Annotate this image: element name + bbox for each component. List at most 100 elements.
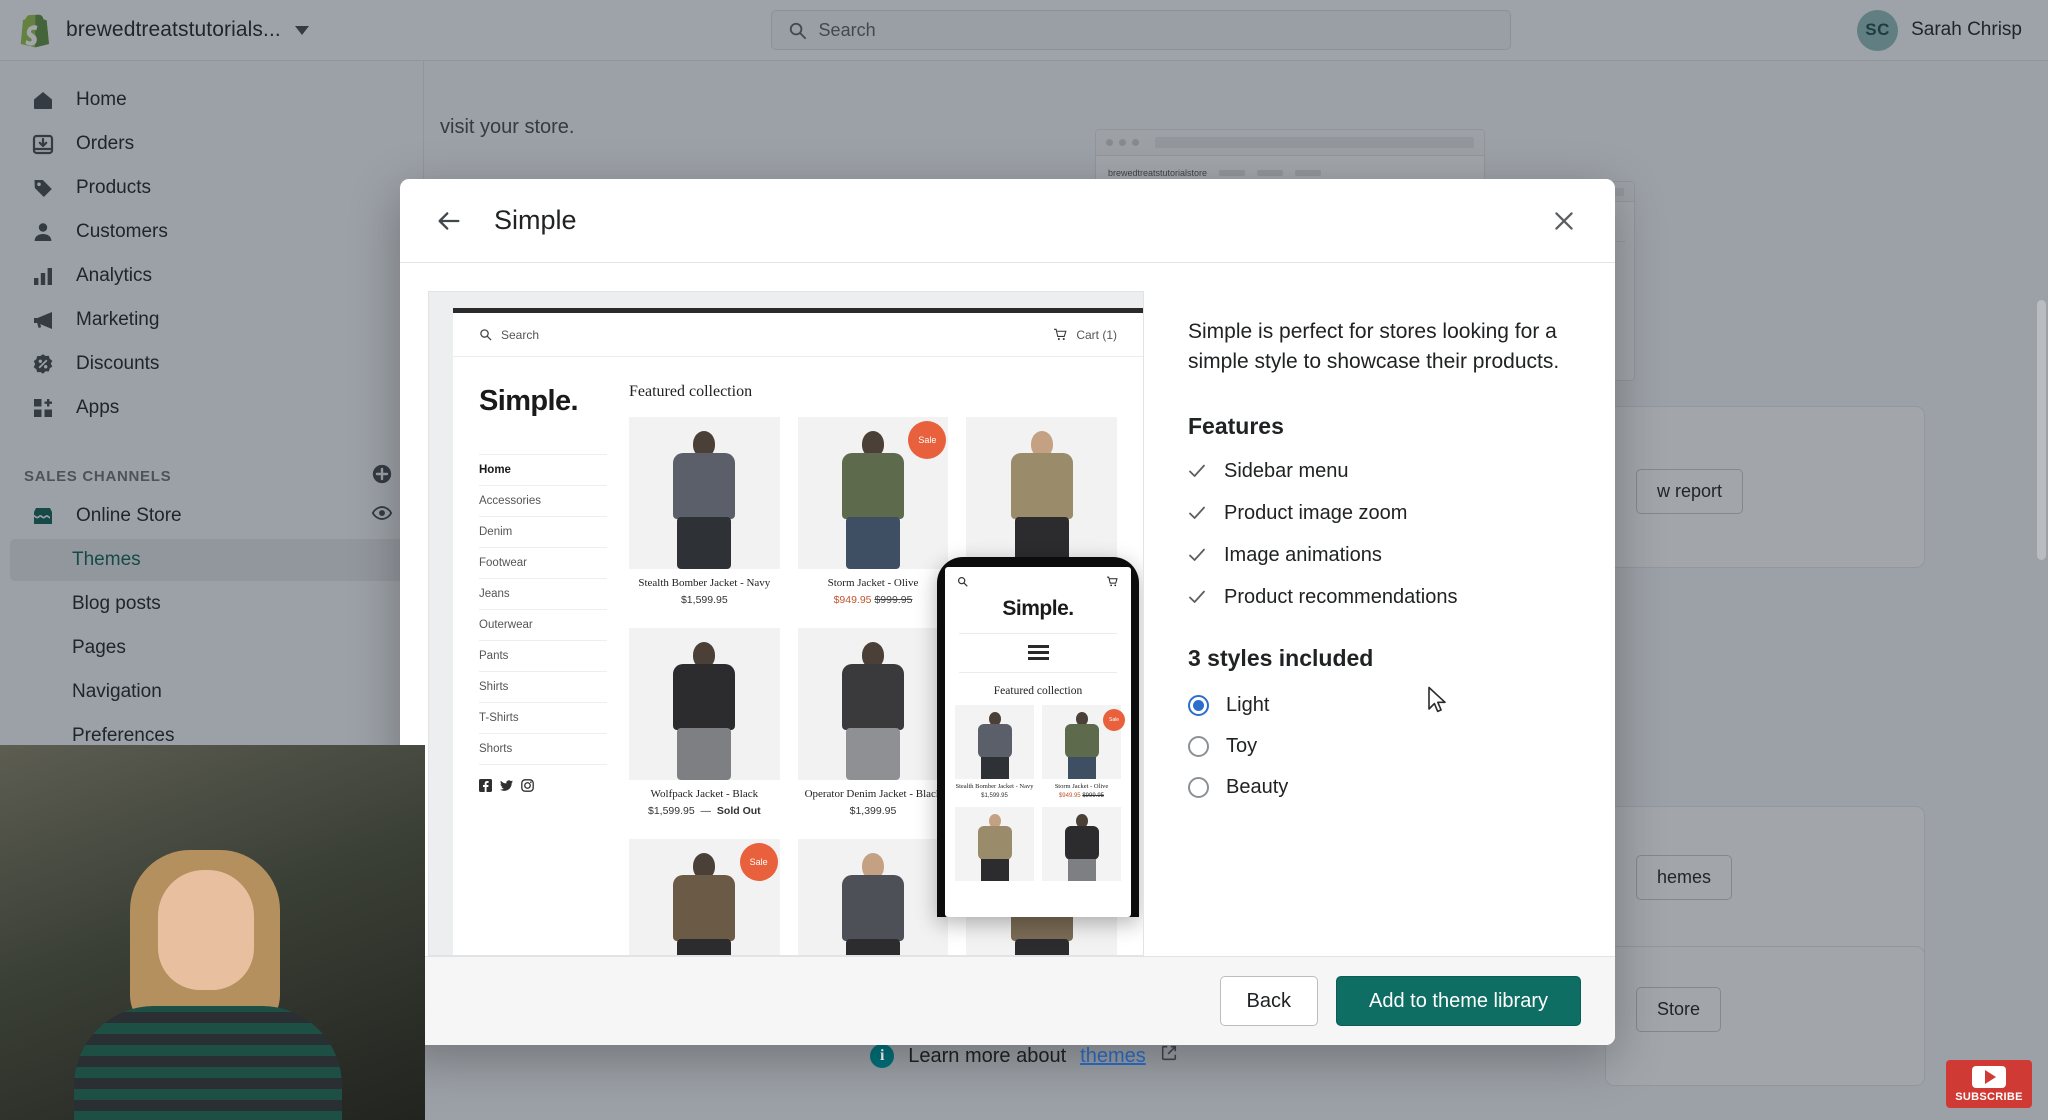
feature-item: Sidebar menu <box>1188 460 1575 483</box>
twitter-icon[interactable] <box>500 779 513 792</box>
product-card[interactable] <box>797 838 949 955</box>
page-scrollbar[interactable] <box>2037 300 2046 560</box>
presenter-body <box>74 1006 342 1120</box>
product-image <box>1042 807 1121 882</box>
product-image: Sale <box>1042 705 1125 779</box>
feature-item: Product recommendations <box>1188 586 1575 609</box>
info-circle-icon: i <box>870 1044 895 1068</box>
divider <box>959 633 1117 634</box>
preview-nav-item[interactable]: Accessories <box>479 486 607 517</box>
product-card[interactable]: Wolfpack Jacket - Black $1,599.95 — Sold… <box>629 627 780 817</box>
product-card[interactable]: Operator Denim Jacket - Black $1,399.95 <box>797 627 949 817</box>
sale-badge: Sale <box>908 421 947 459</box>
preview-topbar: Search Cart (1) <box>453 313 1143 357</box>
presenter-figure <box>60 810 360 1120</box>
preview-nav-item[interactable]: Shorts <box>479 734 607 765</box>
shopping-cart-icon <box>1054 328 1067 341</box>
style-option-toy[interactable]: Toy <box>1188 735 1575 758</box>
learn-more-text: Learn more about <box>908 1044 1067 1067</box>
preview-nav-item[interactable]: Home <box>479 454 607 486</box>
product-image <box>629 627 780 780</box>
shopping-cart-icon[interactable] <box>1106 576 1119 587</box>
themes-link[interactable]: themes <box>1080 1045 1146 1068</box>
preview-nav-item[interactable]: Footwear <box>479 548 607 579</box>
phone-screen: Simple. Featured collection Stealth Bomb… <box>945 567 1131 917</box>
product-name: Stealth Bomber Jacket - Navy <box>638 577 771 589</box>
styles-radio-group: Light Toy Beauty <box>1188 694 1575 799</box>
hamburger-menu-icon[interactable] <box>945 645 1131 660</box>
radio-button[interactable] <box>1188 735 1209 757</box>
preview-nav-item[interactable]: Pants <box>479 641 607 672</box>
radio-button[interactable] <box>1188 776 1209 798</box>
phone-topbar <box>945 567 1131 595</box>
preview-social-links <box>479 779 607 792</box>
check-icon <box>1188 504 1206 522</box>
theme-description: Simple is perfect for stores looking for… <box>1188 320 1560 373</box>
style-label: Light <box>1226 693 1270 716</box>
product-image <box>629 417 780 569</box>
product-price: $1,599.95 <box>680 593 728 606</box>
facebook-icon[interactable] <box>479 779 492 792</box>
style-label: Beauty <box>1226 775 1289 798</box>
screen-root: visit your store. brewedtreatstutorialst… <box>0 0 2048 1120</box>
preview-collection-heading: Featured collection <box>629 383 753 400</box>
page-title: Simple <box>494 205 577 235</box>
mouse-cursor <box>1427 686 1451 721</box>
preview-nav-item[interactable]: Shirts <box>479 672 607 703</box>
feature-label: Sidebar menu <box>1224 459 1349 482</box>
style-option-light[interactable]: Light <box>1188 694 1575 717</box>
product-price: $949.95 $999.95 <box>1058 793 1105 800</box>
product-name: Operator Denim Jacket - Black <box>804 787 942 800</box>
preview-search-label: Search <box>501 327 540 342</box>
product-card[interactable] <box>955 807 1034 882</box>
feature-label: Image animations <box>1224 543 1382 566</box>
product-image <box>955 807 1034 882</box>
sale-badge: Sale <box>739 842 778 881</box>
product-image <box>966 417 1117 569</box>
product-name: Storm Jacket - Olive <box>1054 783 1109 790</box>
product-name: Wolfpack Jacket - Black <box>650 787 759 800</box>
features-list: Sidebar menu Product image zoom Image an… <box>1188 460 1575 609</box>
product-price: $1,399.95 <box>849 804 897 817</box>
product-price: $1,599.95 — Sold Out <box>648 804 761 817</box>
external-link-icon <box>1160 1044 1178 1068</box>
check-icon <box>1188 588 1206 606</box>
product-card[interactable]: Sale Storm Jacket - Olive $949.95 $999.9… <box>1042 705 1125 800</box>
preview-nav-item[interactable]: T-Shirts <box>479 703 607 734</box>
product-card[interactable]: Stealth Bomber Jacket - Navy $1,599.95 <box>629 417 780 606</box>
instagram-icon[interactable] <box>521 779 534 792</box>
preview-nav-item[interactable]: Jeans <box>479 579 607 610</box>
check-icon <box>1188 462 1206 480</box>
product-price: $1,599.95 <box>981 793 1008 800</box>
mobile-theme-preview: Simple. Featured collection Stealth Bomb… <box>937 557 1139 917</box>
youtube-play-icon <box>1972 1065 2006 1088</box>
product-card[interactable]: Stealth Bomber Jacket - Navy $1,599.95 <box>955 705 1034 799</box>
product-image: Sale <box>797 417 949 569</box>
close-icon[interactable] <box>1547 204 1581 238</box>
search-icon <box>480 329 492 341</box>
feature-label: Product image zoom <box>1224 501 1408 524</box>
style-option-beauty[interactable]: Beauty <box>1188 776 1575 799</box>
sale-badge: Sale <box>1103 709 1125 731</box>
product-card[interactable]: Sale Storm Jacket - Olive $949.95 $999.9… <box>797 417 949 606</box>
check-icon <box>1188 546 1206 564</box>
product-card[interactable] <box>1042 807 1121 882</box>
feature-item: Product image zoom <box>1188 502 1575 525</box>
preview-cart-label: Cart (1) <box>1076 327 1117 342</box>
product-price: $949.95 $999.95 <box>833 593 913 606</box>
product-image <box>955 705 1034 779</box>
preview-nav-item[interactable]: Denim <box>479 517 607 548</box>
add-to-theme-library-button[interactable]: Add to theme library <box>1336 976 1581 1026</box>
search-icon[interactable] <box>957 576 968 587</box>
modal-header: Simple <box>400 179 1615 263</box>
phone-product-grid: Stealth Bomber Jacket - Navy $1,599.95 S… <box>945 697 1131 882</box>
product-card[interactable]: Sale <box>629 838 780 955</box>
arrow-left-icon[interactable] <box>434 206 464 236</box>
product-name: Storm Jacket - Olive <box>827 577 919 589</box>
back-button[interactable]: Back <box>1219 976 1319 1026</box>
radio-button[interactable] <box>1188 694 1209 716</box>
subscribe-button[interactable]: SUBSCRIBE <box>1946 1060 2032 1108</box>
theme-info-pane: Simple is perfect for stores looking for… <box>1144 291 1615 956</box>
features-heading: Features <box>1188 412 1284 439</box>
preview-nav-item[interactable]: Outerwear <box>479 610 607 641</box>
